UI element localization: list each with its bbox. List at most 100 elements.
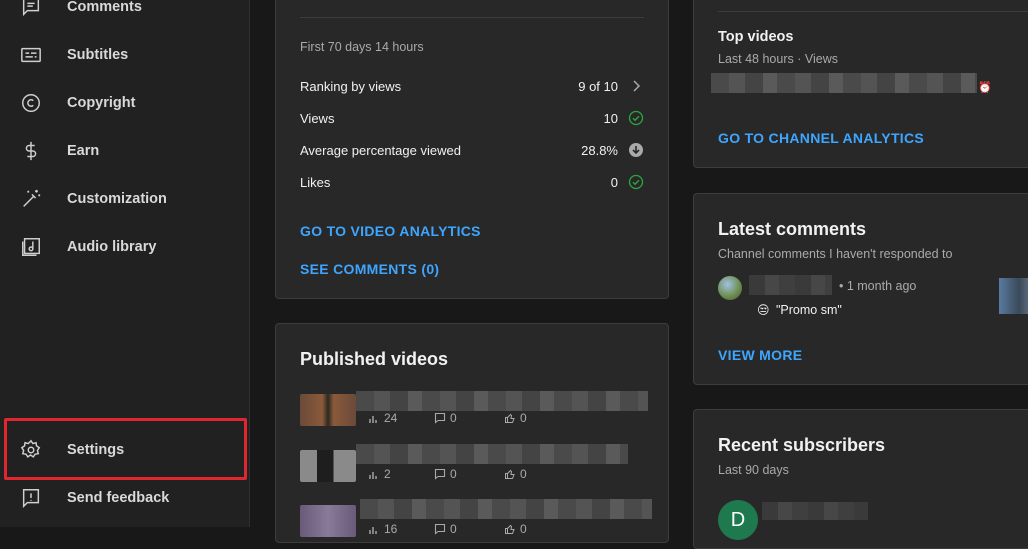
comments-stat: 0: [434, 411, 457, 425]
views-row: Views 10: [276, 103, 668, 127]
chevron-right-icon: [633, 80, 641, 92]
latest-comments-card: Latest comments Channel comments I haven…: [693, 193, 1028, 385]
sidebar-item-send-feedback[interactable]: Send feedback: [0, 474, 250, 522]
video-row[interactable]: 16 0 0: [300, 499, 652, 539]
video-thumbnail[interactable]: [999, 278, 1028, 314]
avatar[interactable]: [718, 276, 742, 300]
emoji-icon: 😒: [757, 303, 770, 317]
card-subtitle: Last 48 hours · Views: [718, 52, 838, 66]
row-value: 28.8%: [581, 143, 618, 158]
row-label: Average percentage viewed: [300, 143, 461, 158]
divider: [718, 11, 1028, 12]
comments-count: 0: [450, 411, 457, 425]
copyright-icon: [20, 92, 42, 114]
check-circle-icon: [628, 110, 644, 126]
likes-count: 0: [520, 522, 527, 536]
view-more-link[interactable]: VIEW MORE: [718, 347, 802, 363]
redacted-top-video-title[interactable]: [711, 73, 977, 93]
redacted-video-title: [356, 391, 648, 411]
avg-percentage-row: Average percentage viewed 28.8%: [276, 135, 668, 159]
video-thumbnail[interactable]: [300, 450, 356, 482]
likes-stat: 0: [504, 411, 527, 425]
sidebar-item-audio-library[interactable]: Audio library: [0, 223, 250, 271]
card-title: Recent subscribers: [718, 435, 886, 455]
sidebar-item-label: Audio library: [67, 239, 157, 255]
views-count: 16: [384, 522, 398, 536]
likes-stat: 0: [504, 467, 527, 481]
sidebar-item-label: Comments: [67, 0, 142, 15]
see-comments-link[interactable]: SEE COMMENTS (0): [300, 261, 439, 277]
dollar-icon: [20, 140, 42, 162]
period-text: First 70 days 14 hours: [300, 40, 424, 54]
comment-icon: [434, 412, 446, 424]
likes-count: 0: [520, 411, 527, 425]
redacted-subscriber-name: [762, 502, 868, 520]
card-subtitle: Last 90 days: [718, 463, 789, 477]
row-value: 10: [603, 111, 618, 126]
bar-chart-icon: [369, 416, 377, 423]
video-row[interactable]: 2 0 0: [300, 444, 650, 484]
divider: [300, 17, 644, 18]
thumbs-up-icon: [505, 469, 515, 479]
latest-video-card: First 70 days 14 hours Ranking by views …: [275, 0, 669, 299]
row-label: Ranking by views: [300, 79, 402, 94]
comment-text: "Promo sm": [776, 303, 842, 317]
sidebar-item-label: Subtitles: [67, 47, 129, 63]
comment-icon: [434, 468, 446, 480]
bar-chart-icon: [369, 472, 377, 479]
comments-stat: 0: [434, 467, 457, 481]
views-count: 2: [384, 467, 391, 481]
views-stat: 24: [368, 411, 397, 425]
check-circle-icon: [628, 174, 644, 190]
redacted-video-title: [356, 444, 628, 464]
subtitles-icon: [20, 44, 42, 66]
video-analytics-link[interactable]: GO TO VIDEO ANALYTICS: [300, 223, 481, 239]
views-stat: 2: [368, 467, 391, 481]
sidebar-item-copyright[interactable]: Copyright: [0, 79, 250, 127]
row-label: Likes: [300, 175, 331, 190]
redacted-video-title: [360, 499, 652, 519]
sidebar-item-comments[interactable]: Comments: [0, 0, 250, 31]
comment-time: • 1 month ago: [839, 279, 917, 293]
thumbs-up-icon: [505, 524, 515, 534]
row-label: Views: [300, 111, 335, 126]
alarm-clock-icon: ⏰: [978, 82, 992, 94]
row-value: 9 of 10: [578, 79, 618, 94]
sidebar-item-label: Copyright: [67, 95, 136, 111]
sidebar-item-customization[interactable]: Customization: [0, 175, 250, 223]
settings-highlight-box: [4, 418, 247, 480]
channel-analytics-link[interactable]: GO TO CHANNEL ANALYTICS: [718, 130, 924, 146]
magic-wand-icon: [20, 188, 42, 210]
sidebar-item-label: Earn: [67, 143, 100, 159]
comments-count: 0: [450, 467, 457, 481]
row-value: 0: [610, 175, 618, 190]
bar-chart-icon: [369, 527, 377, 534]
sidebar-item-earn[interactable]: Earn: [0, 127, 250, 175]
arrow-down-circle-icon: [629, 143, 643, 157]
video-row[interactable]: 24 0 0: [300, 391, 650, 428]
sidebar-item-subtitles[interactable]: Subtitles: [0, 31, 250, 79]
comments-count: 0: [450, 522, 457, 536]
comments-icon: [20, 0, 42, 18]
video-thumbnail[interactable]: [300, 505, 356, 537]
views-count: 24: [384, 411, 398, 425]
likes-count: 0: [520, 467, 527, 481]
subscriber-avatar[interactable]: D: [718, 500, 758, 540]
thumbs-up-icon: [505, 413, 515, 423]
card-title: Published videos: [300, 349, 449, 369]
music-note-icon: [20, 236, 42, 258]
recent-subscribers-card: Recent subscribers Last 90 days D: [693, 409, 1028, 549]
redacted-commenter-name: [749, 275, 832, 295]
comments-stat: 0: [434, 522, 457, 536]
comment-icon: [434, 523, 446, 535]
feedback-icon: [20, 487, 42, 509]
likes-stat: 0: [504, 522, 527, 536]
card-title: Latest comments: [718, 219, 867, 239]
top-videos-card: Top videos Last 48 hours · Views ⏰ GO TO…: [693, 0, 1028, 168]
sidebar: Comments Subtitles Copyright Earn Custom…: [0, 0, 250, 527]
video-thumbnail[interactable]: [300, 394, 356, 426]
card-subtitle: Channel comments I haven't responded to: [718, 247, 953, 261]
ranking-row[interactable]: Ranking by views 9 of 10: [276, 71, 668, 95]
sidebar-item-label: Send feedback: [67, 490, 170, 506]
card-title: Top videos: [718, 29, 794, 45]
